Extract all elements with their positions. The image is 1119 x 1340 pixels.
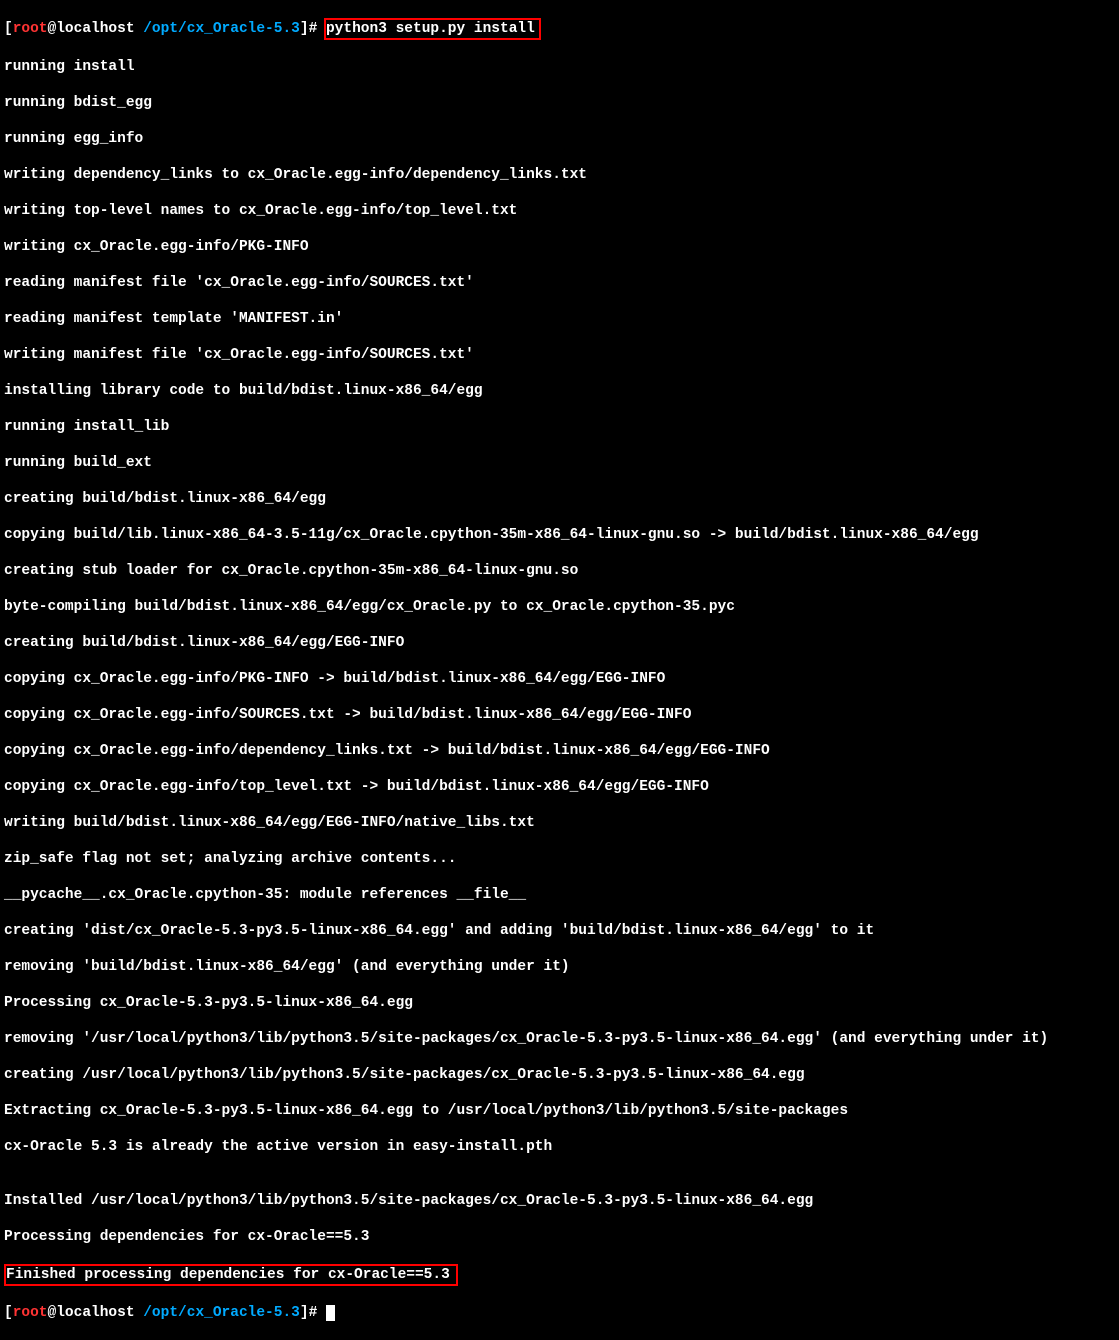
output-line: byte-compiling build/bdist.linux-x86_64/… xyxy=(4,598,1115,616)
finished-text: Finished processing dependencies for cx-… xyxy=(6,1267,450,1283)
highlight-box-finished: Finished processing dependencies for cx-… xyxy=(4,1264,458,1286)
finished-line: Finished processing dependencies for cx-… xyxy=(4,1264,1115,1286)
cwd-path: /opt/cx_Oracle-5.3 xyxy=(143,1305,300,1321)
output-line: writing build/bdist.linux-x86_64/egg/EGG… xyxy=(4,814,1115,832)
output-line: writing cx_Oracle.egg-info/PKG-INFO xyxy=(4,238,1115,256)
output-line: running bdist_egg xyxy=(4,94,1115,112)
output-line: cx-Oracle 5.3 is already the active vers… xyxy=(4,1138,1115,1156)
output-line: writing manifest file 'cx_Oracle.egg-inf… xyxy=(4,346,1115,364)
output-line: Installed /usr/local/python3/lib/python3… xyxy=(4,1192,1115,1210)
output-line: Extracting cx_Oracle-5.3-py3.5-linux-x86… xyxy=(4,1102,1115,1120)
output-line: copying cx_Oracle.egg-info/SOURCES.txt -… xyxy=(4,706,1115,724)
output-line: creating stub loader for cx_Oracle.cpyth… xyxy=(4,562,1115,580)
output-line: copying build/lib.linux-x86_64-3.5-11g/c… xyxy=(4,526,1115,544)
highlight-box-command: python3 setup.py install xyxy=(324,18,541,40)
output-line: reading manifest template 'MANIFEST.in' xyxy=(4,310,1115,328)
output-line: running build_ext xyxy=(4,454,1115,472)
output-line: zip_safe flag not set; analyzing archive… xyxy=(4,850,1115,868)
output-line: running egg_info xyxy=(4,130,1115,148)
output-line: installing library code to build/bdist.l… xyxy=(4,382,1115,400)
output-line: copying cx_Oracle.egg-info/top_level.txt… xyxy=(4,778,1115,796)
cwd-path: /opt/cx_Oracle-5.3 xyxy=(143,21,300,37)
bracket-close: ] xyxy=(300,21,309,37)
terminal[interactable]: [root@localhost /opt/cx_Oracle-5.3]# pyt… xyxy=(0,0,1119,1340)
cursor-icon xyxy=(326,1305,335,1321)
bracket-close: ] xyxy=(300,1305,309,1321)
prompt-hash: # xyxy=(309,1305,326,1321)
output-line: creating build/bdist.linux-x86_64/egg xyxy=(4,490,1115,508)
host: localhost xyxy=(56,1305,143,1321)
user: root xyxy=(13,21,48,37)
output-line: creating 'dist/cx_Oracle-5.3-py3.5-linux… xyxy=(4,922,1115,940)
prompt-line-2: [root@localhost /opt/cx_Oracle-5.3]# xyxy=(4,1304,1115,1322)
output-line: copying cx_Oracle.egg-info/PKG-INFO -> b… xyxy=(4,670,1115,688)
output-line: __pycache__.cx_Oracle.cpython-35: module… xyxy=(4,886,1115,904)
command-text: python3 setup.py install xyxy=(326,21,535,37)
output-line: writing top-level names to cx_Oracle.egg… xyxy=(4,202,1115,220)
bracket-open: [ xyxy=(4,21,13,37)
user: root xyxy=(13,1305,48,1321)
at-sign: @ xyxy=(48,1305,57,1321)
output-line: creating build/bdist.linux-x86_64/egg/EG… xyxy=(4,634,1115,652)
output-line: running install_lib xyxy=(4,418,1115,436)
output-line: removing 'build/bdist.linux-x86_64/egg' … xyxy=(4,958,1115,976)
output-line: writing dependency_links to cx_Oracle.eg… xyxy=(4,166,1115,184)
prompt-line-1: [root@localhost /opt/cx_Oracle-5.3]# pyt… xyxy=(4,18,1115,40)
output-line: copying cx_Oracle.egg-info/dependency_li… xyxy=(4,742,1115,760)
bracket-open: [ xyxy=(4,1305,13,1321)
output-line: Processing dependencies for cx-Oracle==5… xyxy=(4,1228,1115,1246)
host: localhost xyxy=(56,21,143,37)
output-line: removing '/usr/local/python3/lib/python3… xyxy=(4,1030,1115,1048)
output-line: running install xyxy=(4,58,1115,76)
output-line: Processing cx_Oracle-5.3-py3.5-linux-x86… xyxy=(4,994,1115,1012)
output-line: reading manifest file 'cx_Oracle.egg-inf… xyxy=(4,274,1115,292)
output-line: creating /usr/local/python3/lib/python3.… xyxy=(4,1066,1115,1084)
at-sign: @ xyxy=(48,21,57,37)
